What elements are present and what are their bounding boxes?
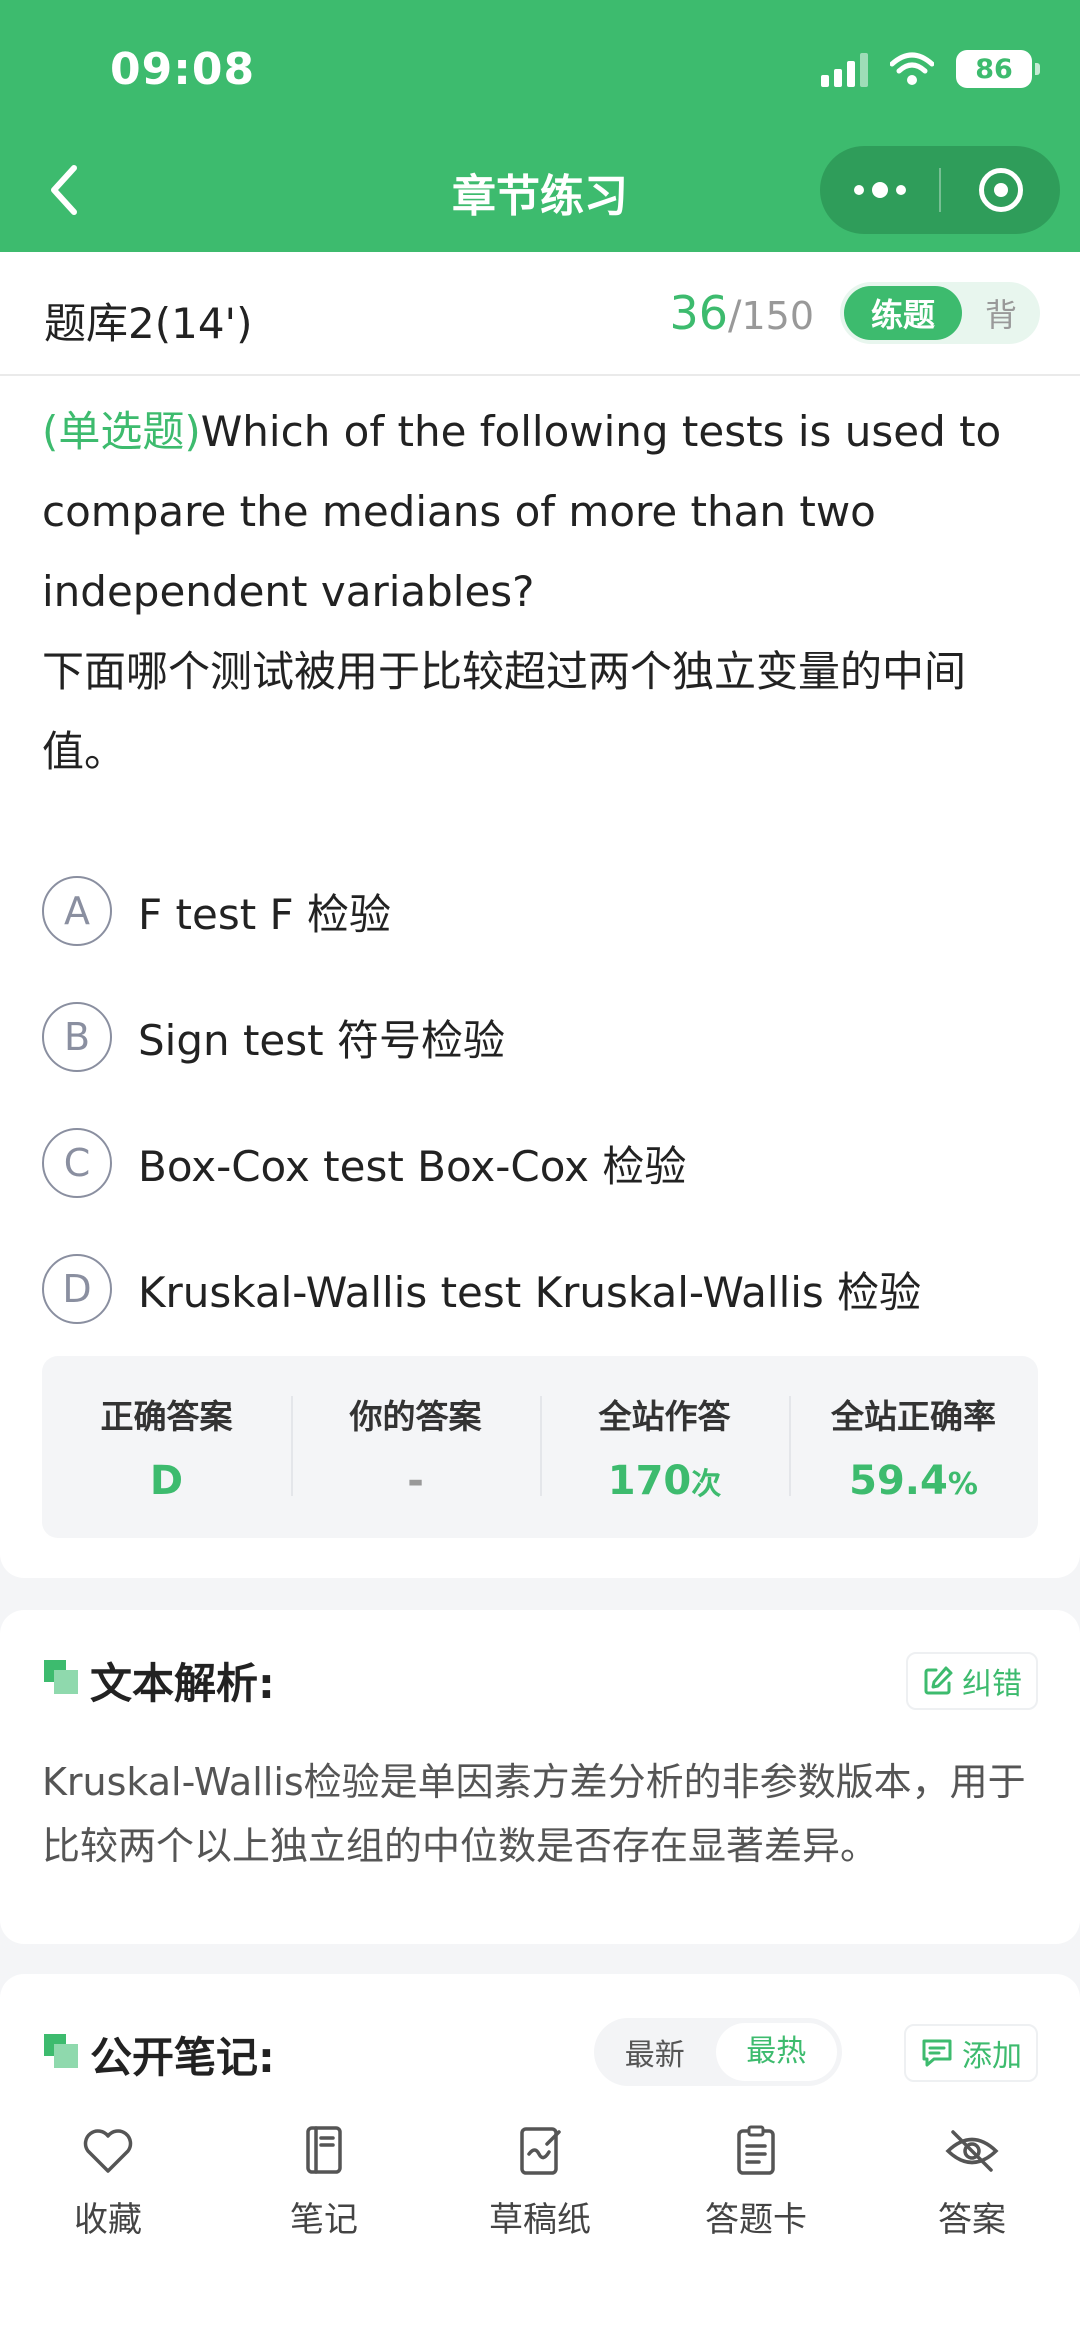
stat-your-answer: 你的答案 - bbox=[291, 1356, 540, 1538]
tab-label: 答题卡 bbox=[705, 2200, 807, 2240]
sort-hottest[interactable]: 最热 bbox=[715, 2023, 837, 2081]
bank-name: 题库2(14') bbox=[44, 299, 253, 348]
option-d[interactable]: D Kruskal-Wallis test Kruskal-Wallis 检验 bbox=[42, 1226, 1042, 1352]
option-c[interactable]: C Box-Cox test Box-Cox 检验 bbox=[42, 1100, 1042, 1226]
stat-value: 170次 bbox=[607, 1458, 722, 1504]
mode-memorize[interactable]: 背 bbox=[962, 290, 1040, 336]
wifi-icon bbox=[890, 52, 934, 85]
miniprogram-capsule bbox=[820, 146, 1060, 234]
report-error-button[interactable]: 纠错 bbox=[906, 1652, 1038, 1710]
stat-value: D bbox=[149, 1458, 184, 1504]
stat-label: 全站作答 bbox=[598, 1397, 731, 1436]
signal-icon bbox=[821, 51, 868, 87]
more-dots-icon bbox=[853, 182, 906, 198]
target-circle-icon bbox=[978, 168, 1023, 212]
sort-newest[interactable]: 最新 bbox=[594, 2030, 716, 2074]
tab-notes[interactable]: 笔记 bbox=[216, 2096, 432, 2337]
options-list: A F test F 检验 B Sign test 符号检验 C Box-Cox… bbox=[42, 848, 1042, 1352]
add-note-label: 添加 bbox=[962, 2039, 1022, 2074]
header: 09:08 86 章节练习 bbox=[0, 0, 1080, 252]
status-icons: 86 bbox=[821, 50, 1040, 88]
bottom-tab-bar: 收藏 笔记 草稿纸 答题卡 答案 bbox=[0, 2096, 1080, 2337]
close-miniprogram-button[interactable] bbox=[941, 146, 1060, 234]
analysis-title: 文本解析: bbox=[90, 1659, 275, 1708]
option-letter: C bbox=[42, 1128, 112, 1198]
option-letter: A bbox=[42, 876, 112, 946]
stat-label: 全站正确率 bbox=[831, 1397, 996, 1436]
stat-correct-answer: 正确答案 D bbox=[42, 1356, 291, 1538]
progress-separator: / bbox=[727, 293, 742, 339]
question-text: (单选题)Which of the following tests is use… bbox=[42, 392, 1042, 792]
option-letter: D bbox=[42, 1254, 112, 1324]
current-question-number: 36 bbox=[669, 286, 728, 340]
option-text: Sign test 符号检验 bbox=[138, 1015, 505, 1065]
option-a[interactable]: A F test F 检验 bbox=[42, 848, 1042, 974]
status-time: 09:08 bbox=[110, 44, 256, 95]
tab-answer-sheet[interactable]: 答题卡 bbox=[648, 2096, 864, 2337]
tab-draft-paper[interactable]: 草稿纸 bbox=[432, 2096, 648, 2337]
question-progress[interactable]: 36/150 bbox=[669, 286, 814, 340]
tab-label: 草稿纸 bbox=[489, 2200, 591, 2240]
question-type-tag: (单选题) bbox=[42, 407, 201, 456]
more-button[interactable] bbox=[820, 146, 939, 234]
analysis-card: 文本解析: 纠错 Kruskal-Wallis检验是单因素方差分析的非参数版本，… bbox=[0, 1610, 1080, 1944]
stat-label: 正确答案 bbox=[100, 1397, 233, 1436]
option-text: Box-Cox test Box-Cox 检验 bbox=[138, 1141, 687, 1191]
mode-toggle[interactable]: 练题 背 bbox=[840, 282, 1040, 344]
eye-off-icon bbox=[945, 2130, 999, 2172]
notes-sort-toggle: 最新 最热 bbox=[594, 2018, 842, 2086]
tab-answer[interactable]: 答案 bbox=[864, 2096, 1080, 2337]
total-questions: 150 bbox=[741, 294, 814, 338]
question-text-zh: 下面哪个测试被用于比较超过两个独立变量的中间值。 bbox=[42, 647, 967, 776]
tab-favorite[interactable]: 收藏 bbox=[0, 2096, 216, 2337]
answer-stats: 正确答案 D 你的答案 - 全站作答 170次 全站正确率 59.4% bbox=[42, 1356, 1038, 1538]
option-b[interactable]: B Sign test 符号检验 bbox=[42, 974, 1042, 1100]
stat-value: 59.4% bbox=[849, 1458, 978, 1504]
option-text: Kruskal-Wallis test Kruskal-Wallis 检验 bbox=[138, 1267, 922, 1317]
mode-practice[interactable]: 练题 bbox=[844, 286, 962, 340]
section-square-icon bbox=[44, 2034, 78, 2068]
section-square-icon bbox=[44, 1660, 78, 1694]
question-card: 题库2(14') 36/150 练题 背 (单选题)Which of the f… bbox=[0, 252, 1080, 1578]
heart-icon bbox=[83, 2129, 133, 2173]
tab-label: 答案 bbox=[938, 2200, 1006, 2240]
stat-label: 你的答案 bbox=[349, 1397, 482, 1436]
stat-accuracy-rate: 全站正确率 59.4% bbox=[789, 1356, 1038, 1538]
notebook-icon bbox=[306, 2126, 342, 2174]
notes-title: 公开笔记: bbox=[90, 2033, 275, 2082]
draft-paper-icon bbox=[520, 2127, 561, 2175]
stat-value: - bbox=[407, 1458, 424, 1504]
bank-row: 题库2(14') 36/150 练题 背 bbox=[0, 252, 1080, 376]
stat-total-attempts: 全站作答 170次 bbox=[540, 1356, 789, 1538]
add-note-button[interactable]: 添加 bbox=[904, 2024, 1038, 2082]
edit-icon bbox=[924, 1666, 953, 1695]
tab-label: 笔记 bbox=[290, 2200, 358, 2240]
tab-label: 收藏 bbox=[74, 2200, 142, 2240]
comment-icon bbox=[922, 2039, 952, 2067]
analysis-text: Kruskal-Wallis检验是单因素方差分析的非参数版本，用于比较两个以上独… bbox=[42, 1760, 1026, 1868]
option-text: F test F 检验 bbox=[138, 889, 392, 939]
option-letter: B bbox=[42, 1002, 112, 1072]
answer-sheet-icon bbox=[737, 2125, 775, 2175]
report-error-label: 纠错 bbox=[962, 1667, 1022, 1702]
battery-icon: 86 bbox=[956, 50, 1040, 88]
